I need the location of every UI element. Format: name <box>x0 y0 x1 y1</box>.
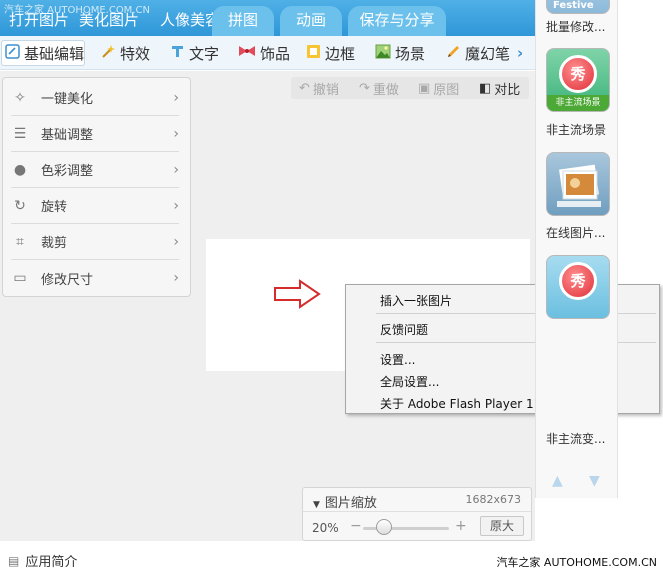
ctx-feedback[interactable]: 反馈问题 <box>380 321 428 338</box>
text-t-icon <box>170 44 185 63</box>
zoom-panel-header[interactable]: ▼ 图片缩放 1682x673 <box>303 488 531 512</box>
menu-item-resize[interactable]: ▭ 修改尺寸 › <box>11 260 179 296</box>
sparkle-icon: ✧ <box>14 89 26 106</box>
scroll-up-button[interactable]: ▲ <box>552 473 563 489</box>
menu-item-rotate[interactable]: ↻ 旋转 › <box>11 188 179 224</box>
menu-item-color-adjust[interactable]: ● 色彩调整 › <box>11 152 179 188</box>
bottom-bar: ▤ 应用简介 汽车之家 AUTOHOME.COM.CN <box>0 541 663 571</box>
red-arrow-icon <box>274 279 321 309</box>
zoom-percent: 20% <box>312 521 339 535</box>
festive-text: Festive <box>553 0 594 11</box>
image-icon: ▣ <box>418 80 431 96</box>
chevron-right-icon: › <box>173 270 179 286</box>
photo-stack-icon <box>557 164 601 207</box>
top-tab-bar: 汽车之家 AUTOHOME.COM.CN 打开图片 美化图片 人像美容 拼图 动… <box>0 0 535 36</box>
crop-icon: ⌗ <box>16 233 24 250</box>
tab-beautify[interactable]: 美化图片 <box>76 6 142 36</box>
magic-wand-icon <box>101 44 116 63</box>
chevron-right-icon: › <box>173 125 179 142</box>
ctx-insert-image[interactable]: 插入一张图片 <box>380 292 452 309</box>
tool-frame[interactable]: 边框 <box>306 36 355 70</box>
tab-open-image[interactable]: 打开图片 <box>4 6 74 36</box>
app-badge: 非主流场景 <box>547 95 609 111</box>
tab-save-share[interactable]: 保存与分享 <box>348 6 446 36</box>
edit-history-bar: ↶ 撤销 ↷ 重做 ▣ 原图 ◧ 对比 <box>291 77 529 99</box>
watermark-bottom: 汽车之家 AUTOHOME.COM.CN <box>496 556 657 569</box>
zoom-out-button[interactable]: − <box>350 518 362 534</box>
xiu-logo-icon: 秀 <box>559 262 597 300</box>
undo-button[interactable]: ↶ 撤销 <box>299 77 339 99</box>
image-dimensions: 1682x673 <box>465 493 522 506</box>
compare-icon: ◧ <box>479 80 492 96</box>
zoom-slider-thumb[interactable] <box>376 519 393 535</box>
menu-item-auto-beautify[interactable]: ✧ 一键美化 › <box>11 80 179 116</box>
app-label-online-image[interactable]: 在线图片... <box>546 224 605 241</box>
menu-item-basic-adjust[interactable]: ☰ 基础调整 › <box>11 116 179 152</box>
app-sidebar: Festive 批量修改... 秀 非主流场景 非主流场景 在线图片... 秀 … <box>535 0 618 498</box>
tool-accessories[interactable]: 饰品 <box>238 36 290 70</box>
original-size-button[interactable]: 原大 <box>480 516 524 536</box>
tool-text[interactable]: 文字 <box>170 36 219 70</box>
triangle-down-icon: ▼ <box>313 500 320 510</box>
app-label-nonmainstream-change[interactable]: 非主流变... <box>546 430 605 447</box>
app-label-nonmainstream-scene[interactable]: 非主流场景 <box>546 121 606 138</box>
zoom-panel: ▼ 图片缩放 1682x673 20% − + 原大 <box>302 487 532 541</box>
app-intro-link[interactable]: ▤ 应用简介 <box>8 551 77 571</box>
bow-icon <box>238 44 256 63</box>
toolbar-more-button[interactable]: › <box>517 36 523 70</box>
zoom-title: 图片缩放 <box>324 496 377 511</box>
tool-effects[interactable]: 特效 <box>101 36 150 70</box>
pen-icon <box>446 44 461 63</box>
chevron-right-icon: › <box>173 161 179 178</box>
nonmainstream-change-app-icon[interactable]: 秀 <box>546 255 610 319</box>
ctx-global-settings[interactable]: 全局设置... <box>380 373 439 390</box>
palette-icon: ● <box>13 161 27 178</box>
app-label-batch-edit[interactable]: 批量修改... <box>546 18 605 35</box>
menu-item-crop[interactable]: ⌗ 裁剪 › <box>11 224 179 260</box>
sliders-icon: ☰ <box>13 125 27 142</box>
frame-icon <box>306 44 321 63</box>
scroll-down-button[interactable]: ▼ <box>589 473 600 489</box>
rotate-icon: ↻ <box>14 197 26 214</box>
chevron-right-icon: › <box>173 233 179 250</box>
zoom-in-button[interactable]: + <box>455 518 467 534</box>
tool-scene[interactable]: 场景 <box>375 36 425 70</box>
redo-button[interactable]: ↷ 重做 <box>359 77 399 99</box>
basic-edit-menu: ✧ 一键美化 › ☰ 基础调整 › ● 色彩调整 › ↻ 旋转 › ⌗ 裁剪 ›… <box>2 77 191 297</box>
resize-icon: ▭ <box>13 270 27 286</box>
batch-edit-app-icon[interactable]: Festive <box>546 0 610 14</box>
redo-icon: ↷ <box>359 80 370 96</box>
scene-icon <box>375 44 391 63</box>
tool-basic-edit[interactable]: 基础编辑 <box>5 36 84 70</box>
function-toolbar: 基础编辑 特效 文字 饰品 边框 场景 魔幻笔 › <box>0 36 535 70</box>
chevron-right-icon: › <box>173 89 179 106</box>
compare-button[interactable]: ◧ 对比 <box>479 77 520 99</box>
original-button[interactable]: ▣ 原图 <box>418 77 459 99</box>
chevron-right-icon: › <box>173 197 179 214</box>
ctx-settings[interactable]: 设置... <box>380 351 415 368</box>
basic-edit-icon <box>5 43 20 63</box>
undo-icon: ↶ <box>299 80 310 96</box>
online-image-app-icon[interactable] <box>546 152 610 216</box>
tool-magic-pen[interactable]: 魔幻笔 <box>446 36 510 70</box>
tab-collage[interactable]: 拼图 <box>212 6 274 36</box>
xiu-logo-icon: 秀 <box>559 55 597 93</box>
tab-animation[interactable]: 动画 <box>280 6 342 36</box>
document-icon: ▤ <box>8 553 20 568</box>
nonmainstream-scene-app-icon[interactable]: 秀 非主流场景 <box>546 48 610 112</box>
